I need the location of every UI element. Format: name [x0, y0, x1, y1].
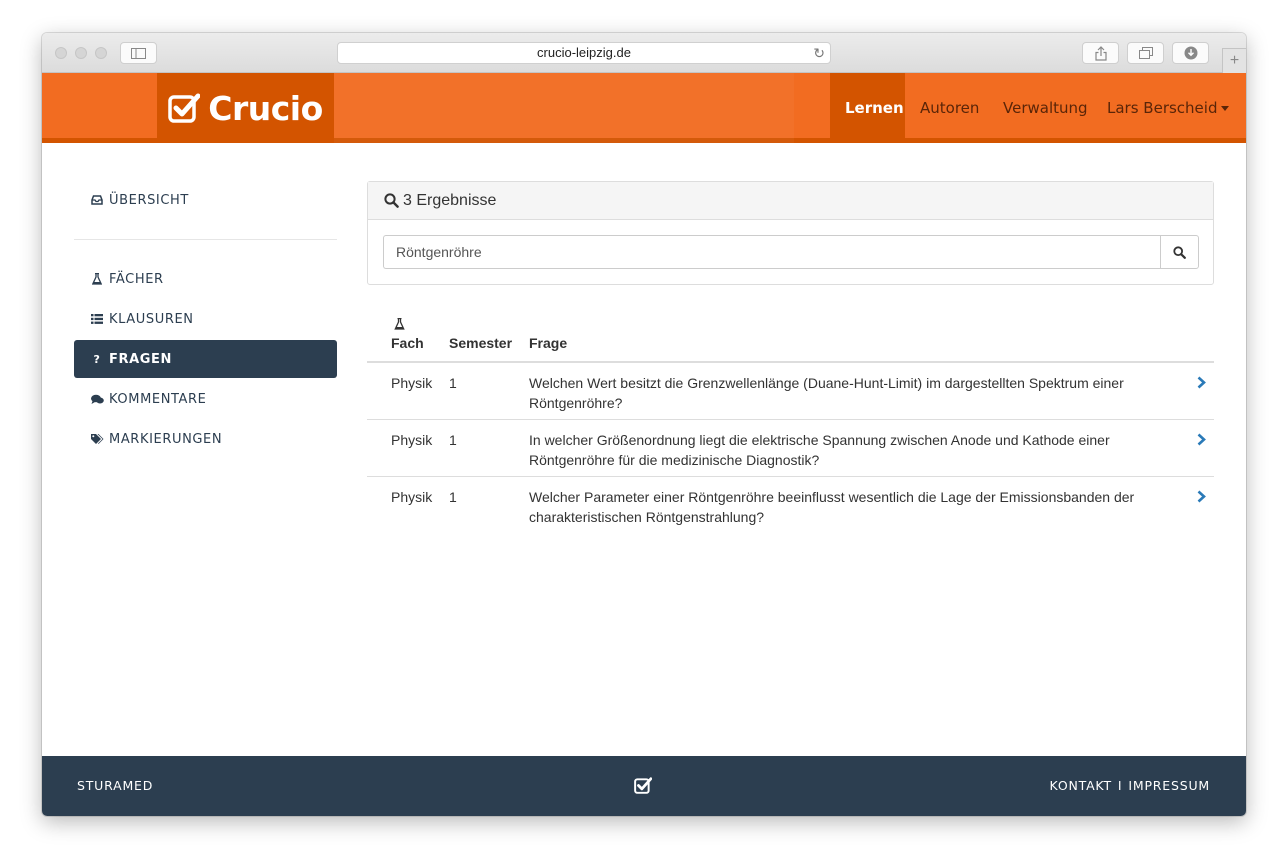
column-header-frage[interactable]: Frage — [529, 335, 567, 351]
question-icon: ? — [93, 352, 101, 366]
share-icon — [1094, 45, 1107, 61]
tabs-overview-button[interactable] — [1127, 42, 1164, 64]
column-header-semester[interactable]: Semester — [449, 335, 512, 351]
brand-name: Crucio — [208, 88, 323, 128]
check-square-icon — [168, 93, 201, 123]
sidebar-item-label: KOMMENTARE — [109, 391, 207, 407]
main-navbar: Crucio Lernen Autoren Verwaltung Lars Be… — [42, 73, 1246, 143]
flask-icon — [90, 273, 104, 285]
cell-semester: 1 — [449, 375, 457, 391]
nav-lernen[interactable]: Lernen — [830, 73, 905, 143]
cell-semester: 1 — [449, 432, 457, 448]
search-input[interactable] — [383, 235, 1160, 269]
flask-icon — [394, 318, 405, 330]
nav-lernen-label: Lernen — [845, 99, 904, 117]
sidebar-item-klausuren[interactable]: KLAUSUREN — [74, 300, 337, 338]
inbox-icon — [90, 195, 104, 205]
table-row[interactable]: Physik 1 In welcher Größenordnung liegt … — [367, 420, 1214, 477]
reload-icon[interactable]: ↻ — [813, 43, 825, 63]
tabs-icon — [1138, 47, 1153, 59]
tags-icon — [90, 433, 104, 445]
sidebar-item-uebersicht[interactable]: ÜBERSICHT — [74, 181, 337, 219]
table-row[interactable]: Physik 1 Welcher Parameter einer Röntgen… — [367, 477, 1214, 534]
share-button[interactable] — [1082, 42, 1119, 64]
cell-semester: 1 — [449, 489, 457, 505]
zoom-window-button[interactable] — [95, 47, 107, 59]
search-button[interactable] — [1160, 235, 1199, 269]
results-heading: 3 Ergebnisse — [368, 182, 1213, 220]
nav-autoren[interactable]: Autoren — [905, 73, 994, 143]
download-icon — [1184, 46, 1197, 60]
footer-contact-link[interactable]: KONTAKT — [1050, 778, 1112, 793]
footer: STURAMED KONTAKT I IMPRESSUM — [42, 756, 1246, 816]
search-icon — [1173, 245, 1186, 259]
sidebar-item-label: FRAGEN — [109, 351, 172, 367]
sidebar-item-faecher[interactable]: FÄCHER — [74, 260, 337, 298]
nav-user-label: Lars Berscheid — [1107, 99, 1218, 117]
address-url: crucio-leipzig.de — [537, 45, 631, 60]
brand-logo[interactable]: Crucio — [157, 73, 334, 143]
sidebar-item-markierungen[interactable]: MARKIERUNGEN — [74, 420, 337, 458]
plus-icon: + — [1229, 52, 1240, 69]
nav-autoren-label: Autoren — [920, 99, 980, 117]
close-window-button[interactable] — [55, 47, 67, 59]
sidebar-item-fragen[interactable]: ? FRAGEN — [74, 340, 337, 378]
footer-separator: I — [1117, 778, 1123, 793]
nav-verwaltung[interactable]: Verwaltung — [988, 73, 1103, 143]
new-tab-button[interactable]: + — [1222, 48, 1246, 73]
navbar-decoration — [334, 73, 794, 143]
chevron-right-icon[interactable] — [1197, 376, 1206, 389]
search-icon — [384, 193, 399, 208]
cell-fach: Physik — [391, 432, 433, 448]
footer-links: KONTAKT I IMPRESSUM — [1050, 778, 1211, 793]
sidebar-item-kommentare[interactable]: KOMMENTARE — [74, 380, 337, 418]
nav-verwaltung-label: Verwaltung — [1003, 99, 1088, 117]
sidebar-toggle-button[interactable] — [120, 42, 157, 64]
chevron-right-icon[interactable] — [1197, 490, 1206, 503]
comments-icon — [90, 394, 104, 405]
cell-frage: Welcher Parameter einer Röntgenröhre bee… — [529, 489, 1135, 525]
footer-imprint-link[interactable]: IMPRESSUM — [1128, 778, 1210, 793]
sidebar-icon — [131, 47, 146, 59]
sidebar-divider — [74, 239, 337, 240]
footer-sturamed-link[interactable]: STURAMED — [77, 778, 153, 793]
browser-window: crucio-leipzig.de ↻ + Crucio Lernen Auto… — [42, 33, 1246, 816]
nav-user-menu[interactable]: Lars Berscheid — [1092, 73, 1244, 143]
column-header-fach[interactable]: Fach — [391, 335, 424, 351]
sidebar-item-label: ÜBERSICHT — [109, 192, 189, 208]
sidebar-item-label: FÄCHER — [109, 271, 164, 287]
list-icon — [90, 314, 104, 324]
search-panel: 3 Ergebnisse — [367, 181, 1214, 285]
results-count: 3 Ergebnisse — [403, 191, 497, 209]
cell-fach: Physik — [391, 375, 433, 391]
caret-down-icon — [1221, 106, 1230, 111]
address-bar[interactable]: crucio-leipzig.de ↻ — [337, 42, 831, 64]
sidebar-item-label: KLAUSUREN — [109, 311, 194, 327]
minimize-window-button[interactable] — [75, 47, 87, 59]
cell-frage: In welcher Größenordnung liegt die elekt… — [529, 432, 1110, 468]
table-row[interactable]: Physik 1 Welchen Wert besitzt die Grenzw… — [367, 363, 1214, 420]
chevron-right-icon[interactable] — [1197, 433, 1206, 446]
check-square-icon — [634, 777, 653, 797]
browser-toolbar: crucio-leipzig.de ↻ + — [42, 33, 1246, 73]
cell-fach: Physik — [391, 489, 433, 505]
cell-frage: Welchen Wert besitzt die Grenzwellenläng… — [529, 375, 1124, 411]
downloads-button[interactable] — [1172, 42, 1209, 64]
sidebar-item-label: MARKIERUNGEN — [109, 431, 223, 447]
